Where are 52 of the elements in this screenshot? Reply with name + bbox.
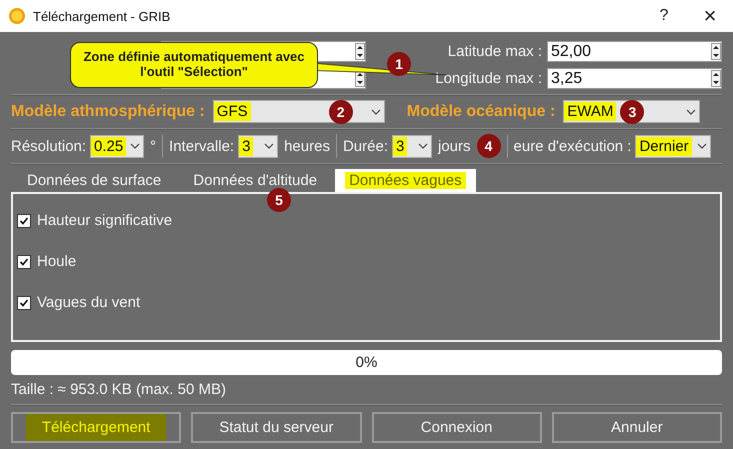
option-dropdown[interactable]: 3 bbox=[392, 134, 432, 158]
checkbox[interactable] bbox=[17, 296, 31, 310]
caret-icon bbox=[697, 143, 708, 149]
model-label: Modèle athmosphérique : bbox=[11, 102, 205, 120]
checkbox-label: Hauteur significative bbox=[37, 212, 172, 229]
option-dropdown[interactable]: 0.25 bbox=[90, 134, 144, 158]
close-button[interactable]: × bbox=[687, 0, 733, 32]
tab[interactable]: Données vagues bbox=[335, 169, 476, 192]
action-button[interactable]: Téléchargement bbox=[11, 412, 182, 443]
step-marker: 2 bbox=[328, 100, 353, 124]
unit-label: jours bbox=[438, 138, 471, 154]
spinner-field[interactable]: 3,25 bbox=[547, 68, 722, 89]
unit-label: ° bbox=[150, 138, 156, 154]
window-title: Téléchargement - GRIB bbox=[33, 8, 172, 24]
checkbox[interactable] bbox=[17, 254, 31, 268]
checkbox-label: Vagues du vent bbox=[37, 294, 140, 311]
action-button[interactable]: Statut du serveur bbox=[191, 412, 362, 443]
model-dropdown[interactable]: GFS 2 bbox=[212, 100, 385, 123]
spinner-field[interactable]: 52,00 bbox=[547, 41, 722, 62]
step-marker: 3 bbox=[620, 100, 644, 124]
caret-icon bbox=[130, 143, 140, 149]
step-marker: 5 bbox=[267, 188, 291, 212]
option-label: Résolution: bbox=[11, 138, 86, 154]
option-label: Durée: bbox=[342, 138, 388, 154]
caret-icon bbox=[264, 143, 274, 149]
spin-arrows-icon[interactable] bbox=[711, 43, 721, 60]
model-label: Modèle océanique : bbox=[406, 102, 556, 120]
caret-icon bbox=[686, 108, 696, 114]
model-dropdown[interactable]: EWAM 3 bbox=[563, 100, 700, 123]
caret-icon bbox=[370, 108, 381, 114]
progress-text: 0% bbox=[356, 354, 378, 371]
option-label: eure d'exécution : bbox=[514, 138, 632, 154]
checkbox-label: Houle bbox=[37, 253, 76, 270]
sun-icon bbox=[8, 7, 26, 25]
caret-icon bbox=[418, 143, 428, 149]
field-label: Longitude max : bbox=[435, 70, 542, 87]
step-marker: 1 bbox=[387, 52, 411, 76]
size-text: Taille : ≈ 953.0 KB (max. 50 MB) bbox=[11, 381, 227, 398]
spin-arrows-icon[interactable] bbox=[355, 43, 365, 60]
action-button[interactable]: Annuler bbox=[552, 412, 722, 443]
action-button[interactable]: Connexion bbox=[372, 412, 542, 443]
step-marker: 4 bbox=[476, 134, 501, 158]
field-label: Latitude max : bbox=[448, 43, 542, 60]
option-dropdown[interactable]: 3 bbox=[238, 134, 278, 158]
tab[interactable]: Données de surface bbox=[13, 169, 176, 192]
option-dropdown[interactable]: Dernier bbox=[635, 134, 712, 158]
callout-bubble: Zone définie automatiquement avec l'outil "Sélection" bbox=[70, 42, 318, 88]
checkbox[interactable] bbox=[17, 214, 31, 228]
unit-label: heures bbox=[284, 138, 330, 154]
help-button[interactable]: ? bbox=[641, 0, 687, 32]
option-label: Intervalle: bbox=[169, 138, 234, 154]
spin-arrows-icon[interactable] bbox=[711, 70, 721, 87]
